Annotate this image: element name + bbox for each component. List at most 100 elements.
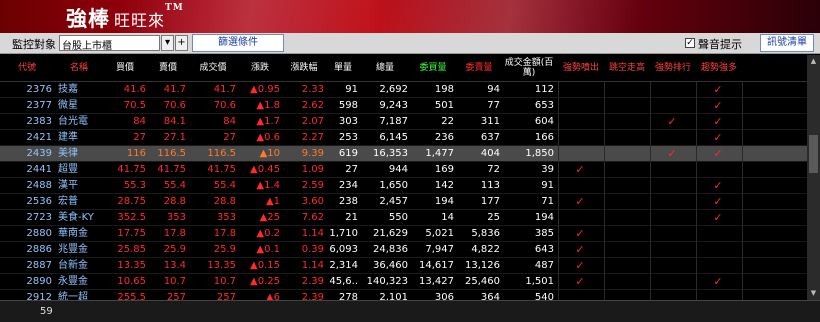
cell-s2 <box>604 226 648 242</box>
cell-name: 超豐 <box>58 164 78 175</box>
cell-s3 <box>650 130 694 146</box>
table-row[interactable]: 2890 永豐金 10.65 10.7 10.7 ▲0.25 2.39 45,6.. 140,3… <box>0 274 807 290</box>
cell-price: 41.75 <box>207 164 236 175</box>
cell-vol: 238 <box>338 196 358 207</box>
cell-s2 <box>604 210 648 226</box>
table-row[interactable]: 2536 宏普 28.75 28.8 28.8 ▲1 3.60 238 2,457 194 177 7… <box>0 194 807 210</box>
cell-s3 <box>650 274 694 290</box>
column-header[interactable]: 強勢排行 <box>650 55 696 82</box>
cell-name: 技嘉 <box>58 84 78 95</box>
cell-s3 <box>650 162 694 178</box>
cell-askq: 364 <box>480 292 500 300</box>
scroll-thumb[interactable] <box>809 135 818 173</box>
cell-s4: ✓ <box>713 115 723 128</box>
column-header[interactable]: 委賣量 <box>456 55 502 82</box>
add-icon[interactable]: + <box>175 35 188 51</box>
scroll-up-icon[interactable]: ▲ <box>807 55 820 68</box>
sound-checkbox[interactable]: ✓ <box>685 38 695 48</box>
cell-bidq: 14 <box>441 212 454 223</box>
cell-askq: 94 <box>487 84 500 95</box>
table-row[interactable]: 2887 台新金 13.35 13.4 13.35 ▲0.15 1.14 2,314 36,46… <box>0 258 807 274</box>
table-row[interactable]: 2421 建準 27 27.1 27 ▲0.6 2.27 253 6,145 236 637 166 ✓ <box>0 130 807 146</box>
cell-price: 25.9 <box>213 244 236 255</box>
column-header[interactable]: 名稱 <box>56 55 102 82</box>
filter-button[interactable]: 篩選條件 <box>192 34 284 52</box>
cell-total: 7,187 <box>379 116 408 127</box>
cell-ask: 84.1 <box>163 116 186 127</box>
cell-s3 <box>650 98 694 114</box>
column-header[interactable]: 成交價 <box>188 55 238 82</box>
cell-chg: ▲0.1 <box>256 244 280 255</box>
cell-vol: 303 <box>338 116 358 127</box>
cell-amt: 604 <box>534 116 554 127</box>
column-header[interactable]: 成交金額(百萬) <box>502 55 556 82</box>
scroll-down-icon[interactable]: ▼ <box>807 287 820 300</box>
cell-pct: 2.59 <box>301 180 324 191</box>
market-select[interactable]: 台股上市櫃 <box>59 35 160 52</box>
cell-bid: 70.5 <box>123 100 146 111</box>
table-row[interactable]: 2880 華南金 17.75 17.8 17.8 ▲0.2 1.14 1,710 21,629 5… <box>0 226 807 242</box>
cell-askq: 113 <box>480 180 500 191</box>
column-header[interactable]: 買價 <box>102 55 148 82</box>
table-row[interactable]: 2439 美律 116 116.5 116.5 ▲10 9.39 619 16,353 1,477… <box>0 146 807 162</box>
cell-total: 1,650 <box>379 180 408 191</box>
table-row[interactable]: 2723 美食-KY 352.5 353 353 ▲25 7.62 21 550 14 25 194 ✓ <box>0 210 807 226</box>
column-header[interactable]: 漲跌幅 <box>282 55 326 82</box>
table-row[interactable]: 2376 技嘉 41.6 41.7 41.7 ▲0.95 2.33 91 2,692 198 94 1… <box>0 82 807 98</box>
cell-code: 2887 <box>26 260 52 271</box>
column-header[interactable]: 委買量 <box>410 55 456 82</box>
column-header[interactable]: 賣價 <box>148 55 188 82</box>
column-header[interactable]: 代號 <box>0 55 54 82</box>
cell-price: 84 <box>223 116 236 127</box>
cell-bidq: 501 <box>434 100 454 111</box>
cell-chg: ▲0.15 <box>250 260 280 271</box>
table-row[interactable]: 2441 超豐 41.75 41.75 41.75 ▲0.45 1.09 27 944 169 72… <box>0 162 807 178</box>
table-row[interactable]: 2383 台光電 84 84.1 84 ▲1.7 2.07 303 7,187 22 311 604 ✓… <box>0 114 807 130</box>
cell-chg: ▲1 <box>265 196 280 207</box>
cell-total: 2,457 <box>379 196 408 207</box>
cell-bid: 41.6 <box>123 84 146 95</box>
app-banner: 強棒 旺旺來TM <box>0 0 820 33</box>
cell-s4: ✓ <box>713 275 723 288</box>
cell-name: 美律 <box>58 148 78 159</box>
table-row[interactable]: 2886 兆豐金 25.85 25.9 25.9 ▲0.1 0.39 6,093 24,836 7… <box>0 242 807 258</box>
cell-s1: ✓ <box>575 163 585 176</box>
cell-price: 10.7 <box>213 276 236 287</box>
cell-s4 <box>696 290 740 300</box>
cell-bid: 27 <box>133 132 146 143</box>
cell-s3 <box>650 290 694 300</box>
cell-s3 <box>650 178 694 194</box>
signal-list-button[interactable]: 訊號清單 <box>760 34 814 52</box>
cell-askq: 4,822 <box>471 244 500 255</box>
column-header[interactable]: 漲跌 <box>238 55 282 82</box>
cell-price: 27 <box>223 132 236 143</box>
column-header[interactable]: 趨勢強多 <box>696 55 742 82</box>
column-header[interactable]: 跳空走高 <box>604 55 650 82</box>
cell-amt: 71 <box>541 196 554 207</box>
table-row[interactable]: 2912 統一超 255.5 257 257 ▲6 2.39 278 2,101 306 364 54… <box>0 290 807 300</box>
cell-total: 24,836 <box>373 244 408 255</box>
cell-s3 <box>650 226 694 242</box>
table-row[interactable]: 2488 漢平 55.3 55.4 55.4 ▲1.4 2.59 234 1,650 142 113… <box>0 178 807 194</box>
cell-s4: ✓ <box>713 83 723 96</box>
column-header[interactable]: 單量 <box>326 55 360 82</box>
cell-s2 <box>604 194 648 210</box>
cell-pct: 7.62 <box>301 212 324 223</box>
cell-price: 257 <box>216 292 236 300</box>
table-row[interactable]: 2377 微星 70.5 70.6 70.6 ▲1.8 2.62 598 9,243 501 77 6… <box>0 98 807 114</box>
cell-s2 <box>604 178 648 194</box>
cell-vol: 27 <box>345 164 358 175</box>
cell-price: 353 <box>216 212 236 223</box>
cell-s1 <box>558 290 602 300</box>
cell-s4 <box>696 226 740 242</box>
cell-s2 <box>604 82 648 98</box>
vertical-scrollbar[interactable]: ▲ ▼ <box>807 55 820 300</box>
dropdown-arrow-icon[interactable]: ▾ <box>161 35 174 51</box>
cell-price: 17.8 <box>213 228 236 239</box>
cell-chg: ▲25 <box>259 212 280 223</box>
cell-s1 <box>558 178 602 194</box>
cell-s4: ✓ <box>713 211 723 224</box>
column-header[interactable]: 強勢噴出 <box>558 55 604 82</box>
column-header[interactable]: 總量 <box>360 55 410 82</box>
cell-askq: 13,126 <box>465 260 500 271</box>
